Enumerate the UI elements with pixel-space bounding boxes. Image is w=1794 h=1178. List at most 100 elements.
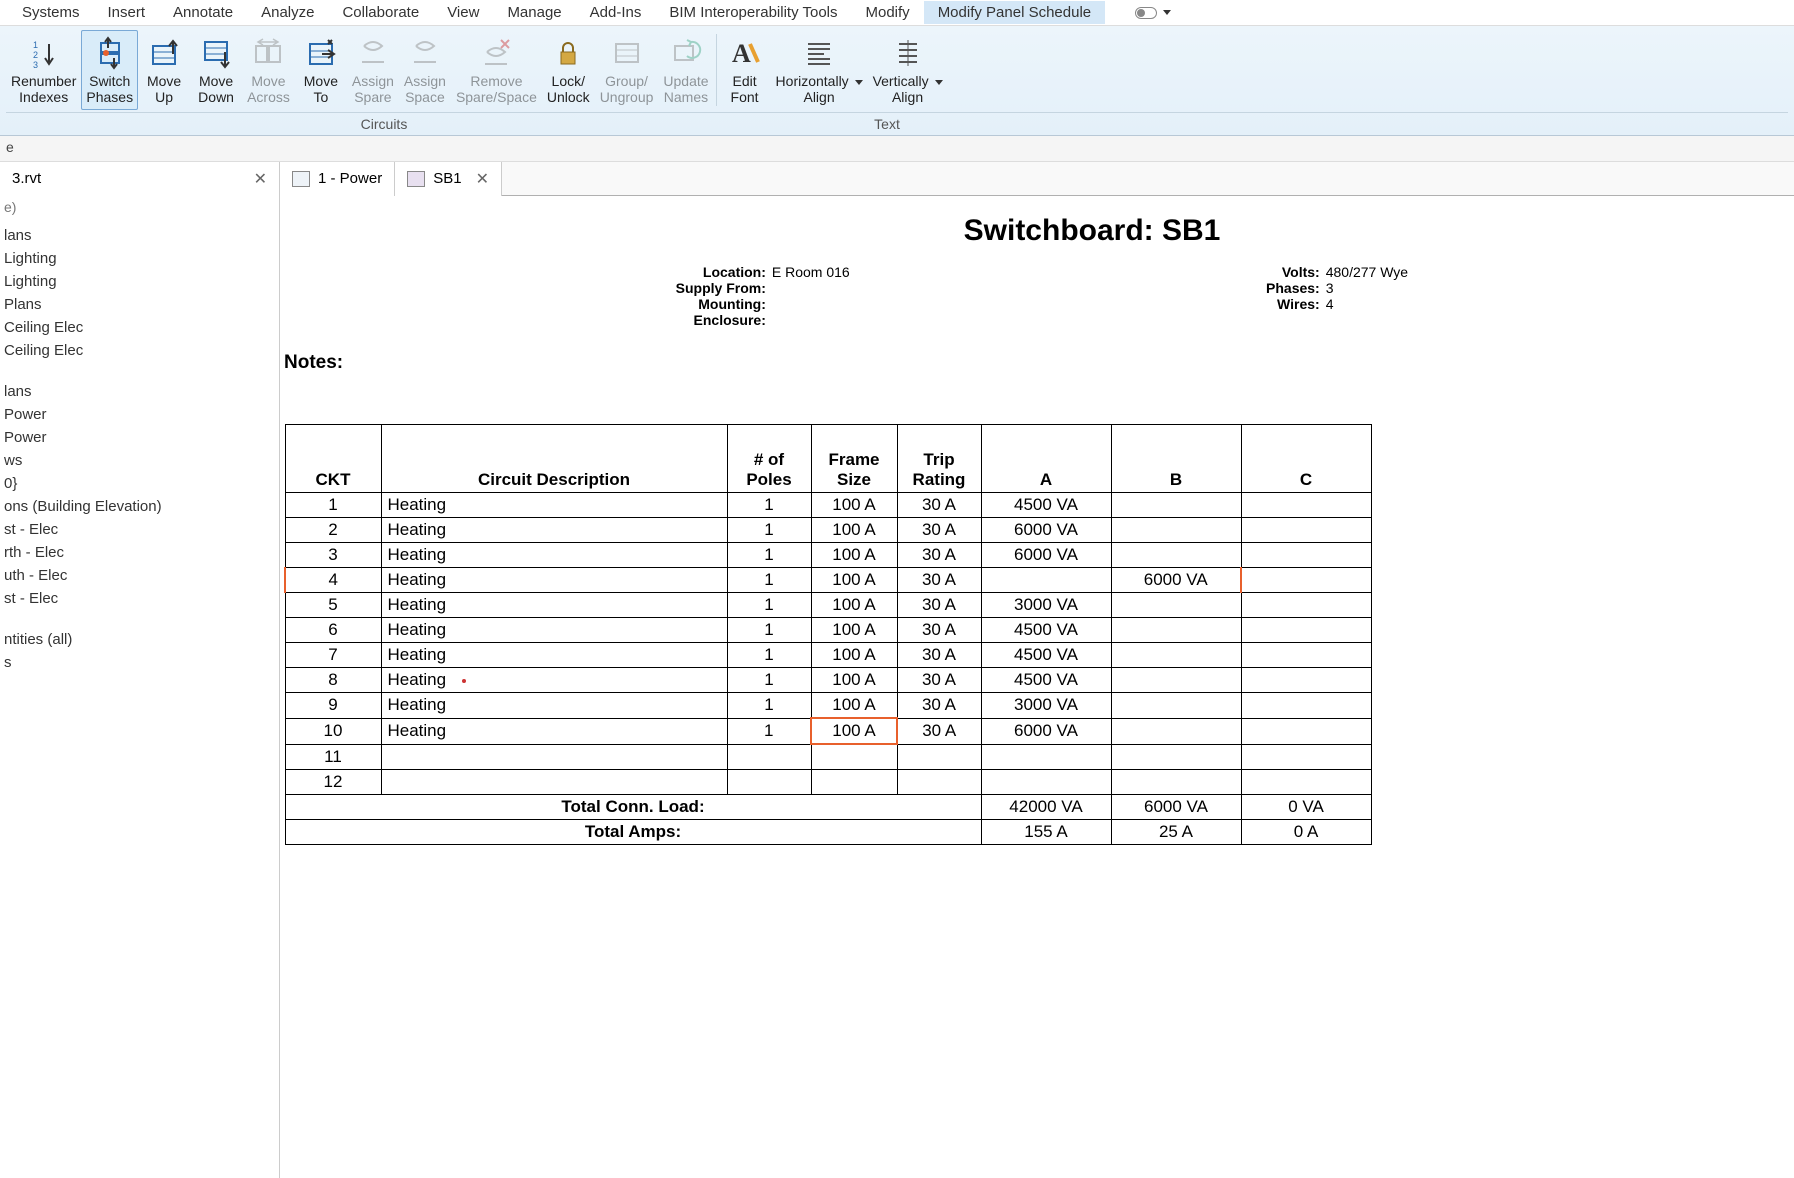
tree-item[interactable] [0,610,279,628]
cell-poles[interactable]: 1 [727,593,811,618]
table-row[interactable]: 1Heating1100 A30 A4500 VA [285,493,1371,518]
cell-phase-c[interactable] [1241,618,1371,643]
table-row[interactable]: 6Heating1100 A30 A4500 VA [285,618,1371,643]
cell-frame[interactable]: 100 A [811,693,897,719]
cell-phase-a[interactable]: 3000 VA [981,593,1111,618]
cell-desc[interactable]: Heating [381,518,727,543]
cell-phase-a[interactable] [981,769,1111,794]
cell-trip[interactable]: 30 A [897,693,981,719]
view-tab-sb1[interactable]: SB1 ✕ [395,162,502,196]
cell-trip[interactable]: 30 A [897,518,981,543]
cell-ckt[interactable]: 7 [285,643,381,668]
header-phase-b[interactable]: B [1111,425,1241,493]
cell-phase-b[interactable] [1111,543,1241,568]
tree-item[interactable]: lans [0,380,279,403]
cell-desc[interactable]: Heating [381,668,727,693]
menu-bim-tools[interactable]: BIM Interoperability Tools [655,1,851,24]
cell-phase-b[interactable] [1111,744,1241,769]
menu-manage[interactable]: Manage [493,1,575,24]
cell-poles[interactable]: 1 [727,693,811,719]
cell-poles[interactable]: 1 [727,618,811,643]
ribbon-halign-button[interactable]: Horizontally Align [771,30,868,110]
cell-ckt[interactable]: 9 [285,693,381,719]
cell-trip[interactable]: 30 A [897,593,981,618]
cell-phase-a[interactable]: 4500 VA [981,493,1111,518]
view-tab-power[interactable]: 1 - Power [280,162,395,196]
panel-schedule-table[interactable]: CKT Circuit Description # of Poles Frame… [284,424,1372,845]
cell-trip[interactable]: 30 A [897,543,981,568]
close-icon[interactable]: ✕ [254,169,267,189]
menu-analyze[interactable]: Analyze [247,1,328,24]
tree-item[interactable]: Plans [0,293,279,316]
cell-phase-c[interactable] [1241,543,1371,568]
header-phase-a[interactable]: A [981,425,1111,493]
cell-desc[interactable]: Heating [381,618,727,643]
header-trip[interactable]: Trip Rating [897,425,981,493]
toggle-control[interactable] [1135,7,1171,19]
cell-desc[interactable] [381,744,727,769]
ribbon-move-to-button[interactable]: MoveTo [295,30,347,110]
menu-view[interactable]: View [433,1,493,24]
cell-phase-b[interactable] [1111,518,1241,543]
cell-trip[interactable]: 30 A [897,643,981,668]
cell-phase-a[interactable] [981,744,1111,769]
cell-phase-b[interactable] [1111,668,1241,693]
cell-phase-c[interactable] [1241,518,1371,543]
cell-frame[interactable] [811,744,897,769]
header-desc[interactable]: Circuit Description [381,425,727,493]
menu-insert[interactable]: Insert [94,1,160,24]
table-row[interactable]: 4Heating1100 A30 A6000 VA [285,568,1371,593]
menu-modify-panel-schedule[interactable]: Modify Panel Schedule [924,1,1105,24]
cell-frame[interactable]: 100 A [811,643,897,668]
ribbon-move-down-button[interactable]: MoveDown [190,30,242,110]
table-row[interactable]: 5Heating1100 A30 A3000 VA [285,593,1371,618]
cell-frame[interactable]: 100 A [811,543,897,568]
cell-phase-a[interactable] [981,568,1111,593]
cell-trip[interactable]: 30 A [897,618,981,643]
cell-phase-c[interactable] [1241,744,1371,769]
table-row[interactable]: 3Heating1100 A30 A6000 VA [285,543,1371,568]
cell-phase-a[interactable]: 6000 VA [981,543,1111,568]
cell-phase-c[interactable] [1241,493,1371,518]
cell-poles[interactable] [727,769,811,794]
project-tab[interactable]: 3.rvt ✕ [0,162,280,196]
cell-phase-b[interactable] [1111,643,1241,668]
cell-ckt[interactable]: 3 [285,543,381,568]
ribbon-renumber-button[interactable]: 123RenumberIndexes [6,30,81,110]
cell-trip[interactable] [897,769,981,794]
cell-desc[interactable]: Heating [381,543,727,568]
ribbon-move-up-button[interactable]: MoveUp [138,30,190,110]
panel-schedule-main[interactable]: Switchboard: SB1 Location:E Room 016 Sup… [280,196,1794,1178]
cell-frame[interactable]: 100 A [811,718,897,744]
cell-desc[interactable]: Heating [381,718,727,744]
cell-phase-b[interactable] [1111,493,1241,518]
cell-poles[interactable]: 1 [727,643,811,668]
ribbon-lock-button[interactable]: Lock/Unlock [542,30,595,110]
cell-ckt[interactable]: 2 [285,518,381,543]
cell-phase-b[interactable] [1111,618,1241,643]
tree-item[interactable]: s [0,651,279,674]
cell-trip[interactable]: 30 A [897,718,981,744]
cell-phase-a[interactable]: 6000 VA [981,718,1111,744]
cell-desc[interactable]: Heating [381,493,727,518]
ribbon-font-button[interactable]: AEditFont [719,30,771,110]
cell-frame[interactable]: 100 A [811,668,897,693]
table-row[interactable]: 8Heating1100 A30 A4500 VA [285,668,1371,693]
header-frame[interactable]: Frame Size [811,425,897,493]
cell-phase-b[interactable] [1111,693,1241,719]
tree-item[interactable]: lans [0,224,279,247]
cell-trip[interactable]: 30 A [897,493,981,518]
cell-phase-a[interactable]: 3000 VA [981,693,1111,719]
tree-item[interactable]: st - Elec [0,587,279,610]
table-row[interactable]: 2Heating1100 A30 A6000 VA [285,518,1371,543]
table-row[interactable]: 11 [285,744,1371,769]
cell-phase-b[interactable] [1111,718,1241,744]
cell-trip[interactable] [897,744,981,769]
tree-item[interactable]: uth - Elec [0,564,279,587]
cell-frame[interactable] [811,769,897,794]
close-icon[interactable]: ✕ [476,169,489,189]
cell-phase-c[interactable] [1241,693,1371,719]
cell-ckt[interactable]: 5 [285,593,381,618]
cell-trip[interactable]: 30 A [897,568,981,593]
cell-ckt[interactable]: 4 [285,568,381,593]
